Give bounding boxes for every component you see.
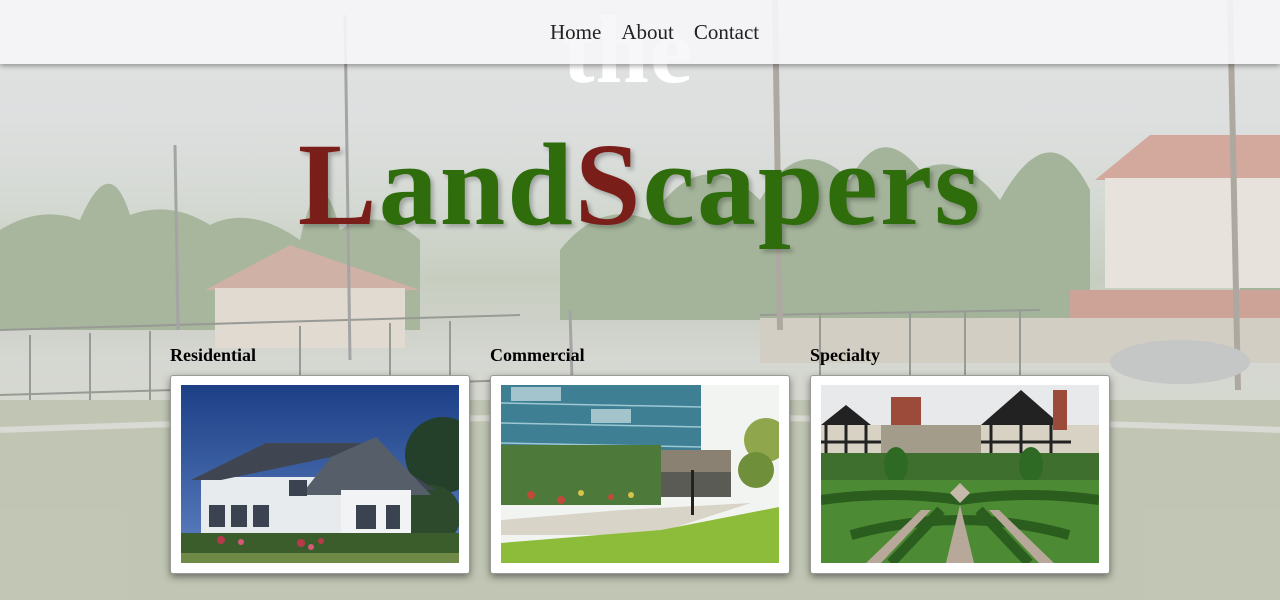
site-title-capers: capers: [642, 119, 983, 250]
service-card-commercial: Commercial: [490, 345, 790, 574]
nav-link-about[interactable]: About: [621, 20, 674, 44]
nav-link-home[interactable]: Home: [550, 20, 601, 44]
office-building-photo[interactable]: [501, 385, 779, 563]
page: Home About Contact the LandScapers Resid…: [0, 0, 1280, 600]
nav-item-about: About: [621, 19, 674, 45]
site-title: LandScapers: [0, 120, 1280, 250]
site-title-letter-l: L: [297, 119, 379, 250]
service-image-frame[interactable]: [490, 375, 790, 574]
nav-item-contact: Contact: [694, 19, 759, 45]
service-card-residential: Residential: [170, 345, 470, 574]
nav-menu: Home About Contact: [550, 19, 759, 45]
top-nav-bar: Home About Contact: [0, 0, 1280, 64]
nav-link-contact[interactable]: Contact: [694, 20, 759, 44]
site-title-and: and: [378, 119, 575, 250]
service-image-frame[interactable]: [810, 375, 1110, 574]
service-heading-commercial: Commercial: [490, 345, 585, 365]
service-heading-residential: Residential: [170, 345, 257, 365]
service-card-specialty: Specialty: [810, 345, 1110, 574]
service-image-frame[interactable]: [170, 375, 470, 574]
service-heading-specialty: Specialty: [810, 345, 880, 365]
nav-item-home: Home: [550, 19, 601, 45]
site-title-letter-s: S: [574, 119, 643, 250]
house-photo[interactable]: [181, 385, 459, 563]
formal-garden-photo[interactable]: [821, 385, 1099, 563]
